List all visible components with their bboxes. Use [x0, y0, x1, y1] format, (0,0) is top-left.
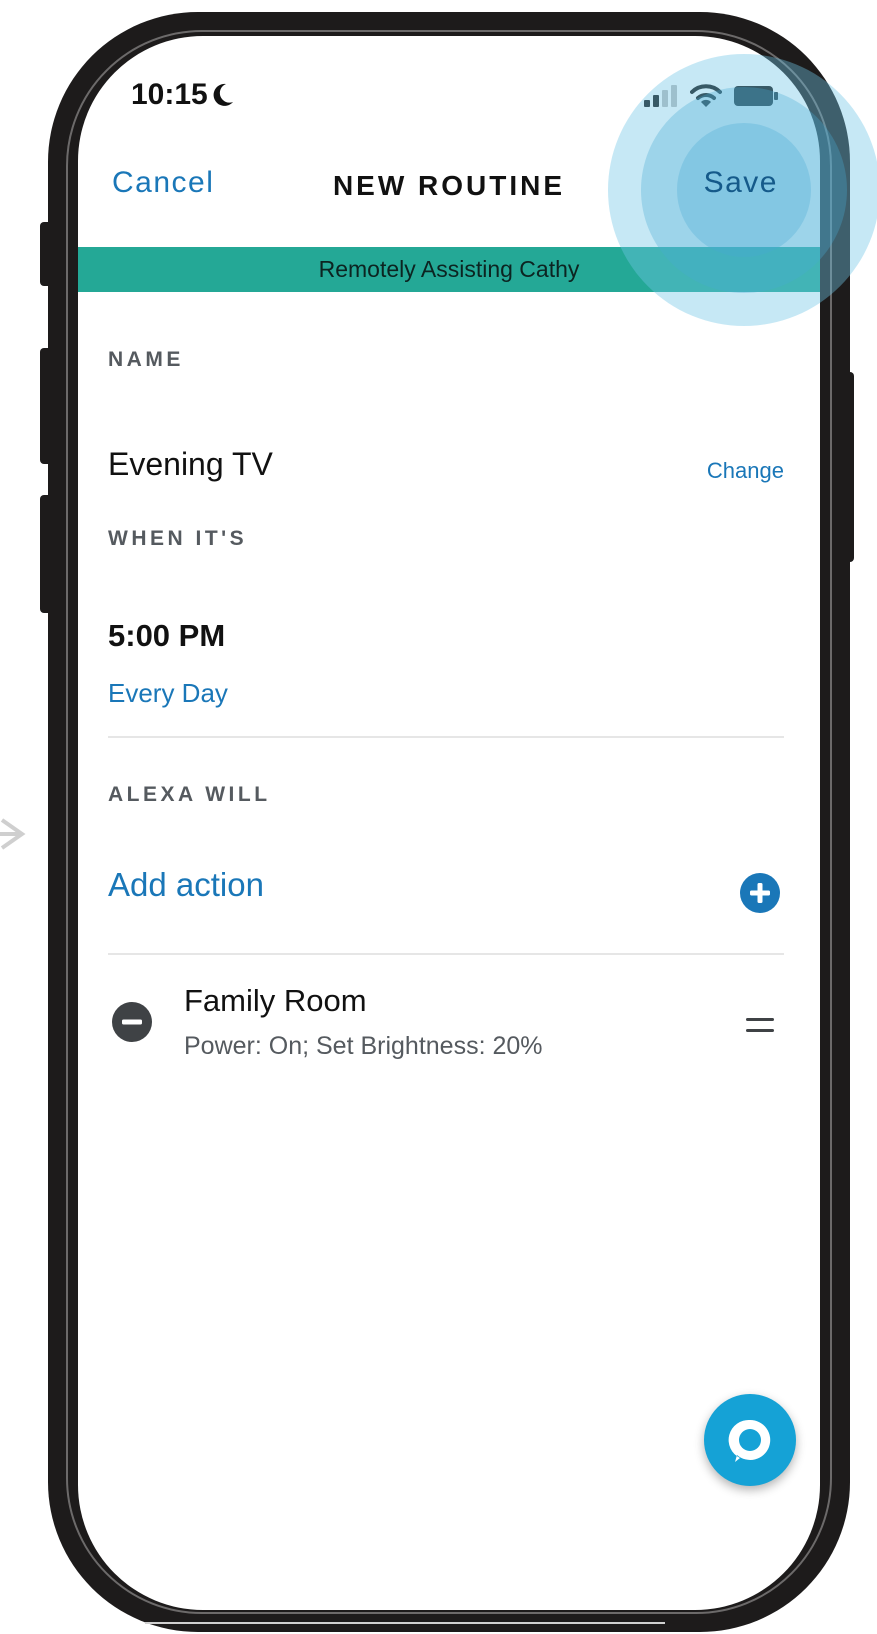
battery-icon [734, 86, 778, 106]
add-circle-icon[interactable] [740, 873, 780, 913]
actions-section-label: ALEXA WILL [108, 783, 271, 806]
status-time-text: 10:15 [131, 78, 208, 111]
status-icons [644, 84, 778, 108]
divider [108, 736, 784, 738]
wifi-icon [690, 84, 722, 107]
add-action-button[interactable]: Add action [108, 866, 264, 904]
remove-circle-icon[interactable] [112, 1002, 152, 1042]
status-time: 10:15 [131, 78, 234, 112]
remote-assist-banner: Remotely Assisting Cathy [78, 247, 820, 292]
name-section-label: NAME [108, 348, 184, 371]
cellular-signal-icon [644, 85, 677, 107]
drag-handle-icon[interactable] [746, 1016, 774, 1034]
routine-name: Evening TV [108, 446, 273, 482]
phone-frame: 10:15 Cancel NEW ROUTINE Save Remotely A… [48, 12, 850, 1632]
action-item-subtitle: Power: On; Set Brightness: 20% [184, 1032, 543, 1060]
home-indicator [145, 1622, 665, 1624]
action-item-title[interactable]: Family Room [184, 983, 367, 1019]
alexa-icon [728, 1419, 771, 1462]
divider [108, 953, 784, 955]
phone-screen: 10:15 Cancel NEW ROUTINE Save Remotely A… [78, 36, 820, 1610]
trigger-repeat[interactable]: Every Day [108, 678, 228, 709]
moon-icon [213, 83, 233, 106]
trigger-time[interactable]: 5:00 PM [108, 618, 225, 654]
change-name-link[interactable]: Change [707, 458, 784, 484]
when-section-label: WHEN IT'S [108, 527, 248, 550]
save-button[interactable]: Save [704, 166, 778, 200]
alexa-button[interactable] [704, 1394, 796, 1486]
arrow-right-icon [0, 818, 26, 850]
